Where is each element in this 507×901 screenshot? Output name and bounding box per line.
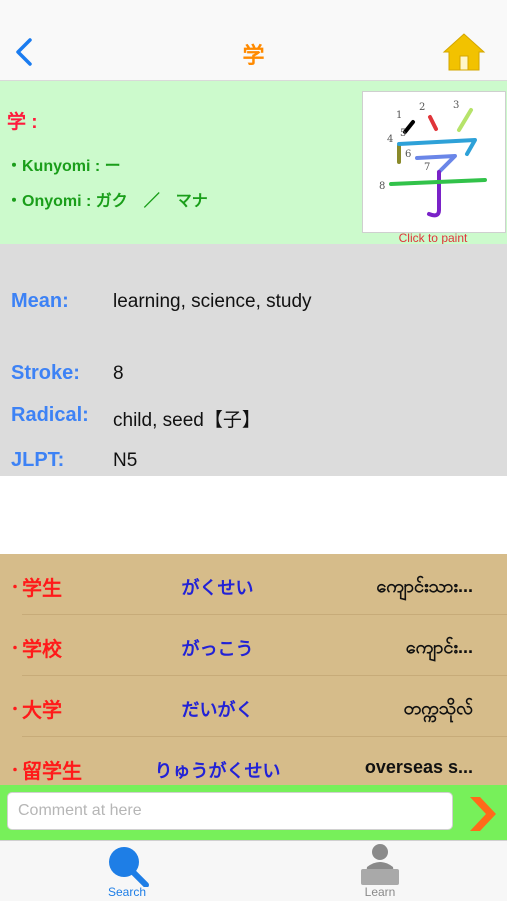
word-reading: がっこう: [181, 639, 254, 659]
example-words-list: ・ 学生 がくせい ကျောင်းသား... ・ 学校 がっこう ကျောင်…: [0, 554, 507, 785]
word-meaning: ကျောင်း...: [405, 637, 473, 657]
home-icon: [442, 33, 486, 71]
stroke-number: 4: [387, 134, 393, 145]
stroke-label: Stroke:: [11, 362, 80, 384]
stroke-number: 2: [419, 102, 425, 113]
stroke-number: 8: [379, 181, 385, 192]
bullet: ・: [8, 579, 22, 595]
kanji-info-panel: 学 : ・Kunyomi : ー ・Onyomi : ガク ／ マナ 1 2 3…: [0, 81, 507, 245]
home-button[interactable]: [442, 32, 486, 72]
word-reading: だいがく: [181, 700, 254, 720]
navigation-bar: 学: [0, 0, 507, 81]
word-meaning: ကျောင်းသား...: [376, 576, 473, 596]
tab-search-label: Search: [107, 885, 147, 899]
tab-learn-label: Learn: [364, 885, 396, 899]
mean-value: learning, science, study: [113, 291, 312, 312]
radical-label: Radical:: [11, 404, 89, 426]
stroke-number: 6: [405, 149, 411, 160]
learn-person-icon: [361, 844, 399, 885]
tab-learn[interactable]: Learn: [325, 841, 435, 901]
tab-search[interactable]: Search: [72, 841, 182, 901]
kanji-heading: 学 :: [7, 112, 38, 133]
word-kanji: 留学生: [22, 761, 82, 783]
word-kanji: 学生: [22, 578, 62, 600]
kanji-details: Mean: learning, science, study Stroke: 8…: [0, 244, 507, 476]
comment-bar: [0, 785, 507, 840]
stroke-order-image: 1 2 3 4 5 6 7 8: [379, 100, 487, 218]
bullet: ・: [8, 701, 22, 717]
jlpt-value: N5: [113, 450, 138, 471]
comment-input[interactable]: [7, 792, 453, 830]
word-reading: りゅうがくせい: [154, 761, 281, 781]
stroke-value: 8: [113, 363, 124, 384]
page-title: 学: [242, 43, 265, 68]
list-item[interactable]: ・ 留学生 りゅうがくせい overseas s...: [0, 737, 507, 785]
kunyomi-reading: ・Kunyomi : ー: [6, 158, 121, 175]
word-kanji: 大学: [22, 700, 62, 722]
click-to-paint-link[interactable]: Click to paint: [362, 231, 504, 245]
word-kanji: 学校: [22, 639, 62, 661]
arrow-right-icon: [470, 797, 496, 831]
send-comment-button[interactable]: [466, 795, 500, 833]
bullet: ・: [8, 640, 22, 656]
list-item[interactable]: ・ 大学 だいがく တက္ကသိုလ်: [0, 676, 507, 737]
stroke-number: 1: [396, 110, 402, 121]
word-reading: がくせい: [181, 578, 254, 598]
jlpt-label: JLPT:: [11, 449, 65, 471]
stroke-number: 5: [400, 128, 406, 139]
bullet: ・: [8, 762, 22, 778]
word-meaning: တက္ကသိုလ်: [403, 698, 473, 718]
stroke-number: 7: [424, 162, 430, 173]
radical-value: child, seed【子】: [113, 410, 261, 431]
list-item[interactable]: ・ 学生 がくせい ကျောင်းသား...: [0, 554, 507, 615]
tab-bar: Search Learn: [0, 840, 507, 901]
mean-label: Mean:: [11, 290, 69, 312]
onyomi-reading: ・Onyomi : ガク ／ マナ: [6, 193, 208, 210]
stroke-number: 3: [453, 100, 459, 111]
stroke-order-diagram[interactable]: 1 2 3 4 5 6 7 8: [362, 91, 506, 233]
word-meaning: overseas s...: [364, 757, 473, 777]
list-item[interactable]: ・ 学校 がっこう ကျောင်း...: [0, 615, 507, 676]
search-icon: [109, 847, 149, 887]
